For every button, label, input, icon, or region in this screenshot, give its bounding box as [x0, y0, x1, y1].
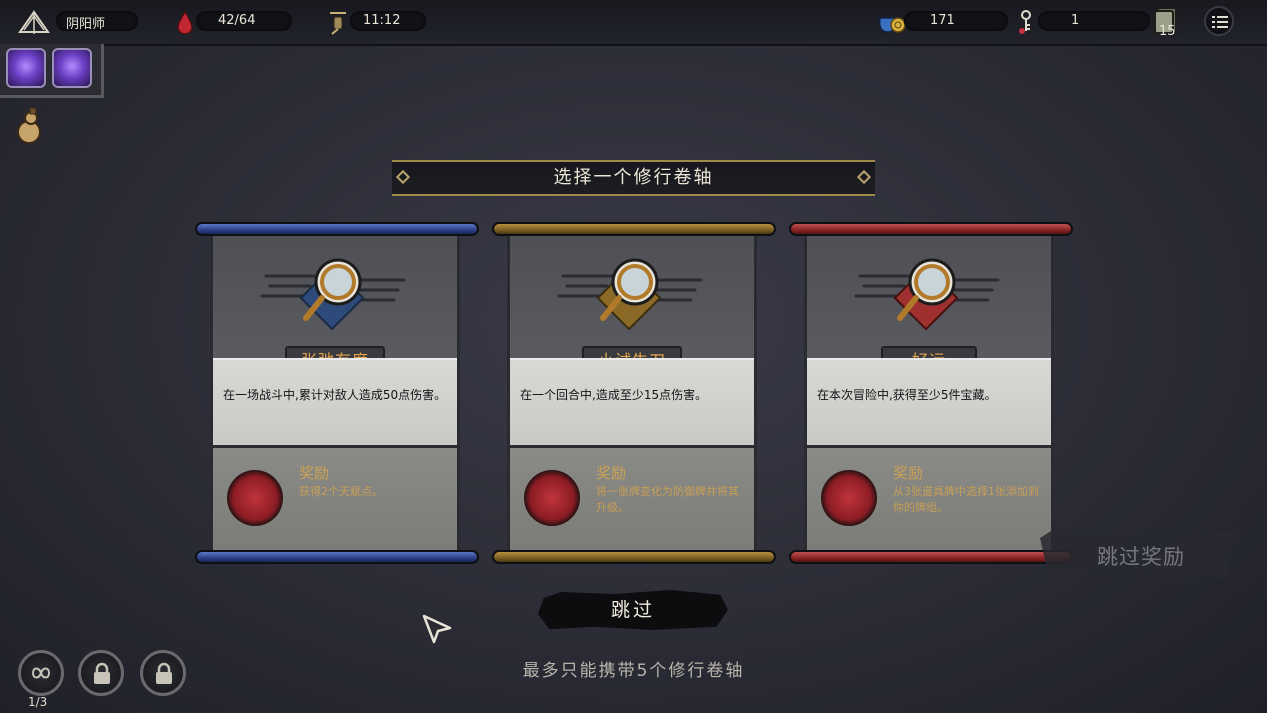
card-description: 在一场战斗中,累计对敌人造成50点伤害。 — [223, 388, 447, 402]
reward-label: 奖励 — [299, 464, 330, 482]
scroll-rod-top — [195, 222, 479, 236]
scroll-rod-bottom — [492, 550, 776, 564]
yin-yang-fan-icon[interactable] — [18, 8, 50, 36]
reward-label: 奖励 — [893, 464, 924, 482]
scroll-rod-top — [789, 222, 1073, 236]
key-icon — [1019, 10, 1031, 34]
magnifier-icon — [557, 258, 703, 331]
blood-drop-icon — [177, 10, 193, 34]
infinity-icon — [31, 667, 51, 679]
skill-panel — [0, 44, 104, 98]
lock-icon — [94, 662, 110, 684]
magnifier-icon — [260, 258, 406, 331]
banner-title: 选择一个修行卷轴 — [553, 167, 714, 188]
gourd-potion-icon[interactable] — [12, 104, 46, 148]
skill-slot-1[interactable] — [6, 48, 46, 88]
gift-icon — [227, 470, 283, 526]
scroll-card-3[interactable]: 好运 在本次冒险中,获得至少5件宝藏。 奖励 从3张道具牌中选择1张添加到你的牌… — [804, 236, 1054, 550]
reward-text: 将一张牌变化为防御牌并将其升级。 — [596, 485, 739, 514]
top-bar: 阴阳师 42/64 11:12 171 1 15 — [0, 0, 1267, 46]
reward-label: 奖励 — [596, 464, 627, 482]
scroll-rod-top — [492, 222, 776, 236]
scroll-slot-active[interactable] — [18, 650, 64, 696]
menu-list-icon — [1212, 16, 1228, 28]
coin-pouch-icon — [878, 17, 906, 33]
time-value: 11:12 — [363, 13, 401, 28]
gold-value: 171 — [930, 13, 955, 28]
skip-reward-label: 跳过奖励 — [1097, 545, 1185, 569]
keys-value: 1 — [1071, 13, 1080, 28]
scroll-slot-locked[interactable] — [78, 650, 124, 696]
deck-count: 15 — [1159, 24, 1176, 39]
skill-slot-2[interactable] — [52, 48, 92, 88]
scroll-card-2[interactable]: 小试牛刀 在一个回合中,造成至少15点伤害。 奖励 将一张牌变化为防御牌并将其升… — [507, 236, 757, 550]
menu-button[interactable] — [1204, 6, 1234, 36]
scroll-slot-count: 1/3 — [28, 695, 48, 709]
gift-icon — [821, 470, 877, 526]
scroll-card-1[interactable]: 张弛有度 在一场战斗中,累计对敌人造成50点伤害。 奖励 获得2个天赋点。 — [210, 236, 460, 550]
lantern-icon — [330, 12, 346, 35]
lock-icon — [156, 662, 172, 684]
reward-text: 从3张道具牌中选择1张添加到你的牌组。 — [893, 485, 1039, 514]
card-description: 在一个回合中,造成至少15点伤害。 — [520, 388, 708, 402]
hp-value: 42/64 — [218, 13, 256, 28]
skip-button[interactable]: 跳过 — [538, 590, 728, 630]
reward-text: 获得2个天赋点。 — [299, 485, 383, 498]
scroll-slot-locked[interactable] — [140, 650, 186, 696]
mouse-cursor-icon — [422, 614, 452, 644]
gift-icon — [524, 470, 580, 526]
card-description: 在本次冒险中,获得至少5件宝藏。 — [817, 388, 997, 402]
character-name: 阴阳师 — [66, 17, 106, 32]
scroll-rod-bottom — [195, 550, 479, 564]
title-banner: 选择一个修行卷轴 — [392, 160, 875, 196]
scroll-rod-bottom — [789, 550, 1073, 564]
magnifier-icon — [854, 258, 1000, 331]
scroll-limit-text: 最多只能携带5个修行卷轴 — [522, 661, 745, 681]
